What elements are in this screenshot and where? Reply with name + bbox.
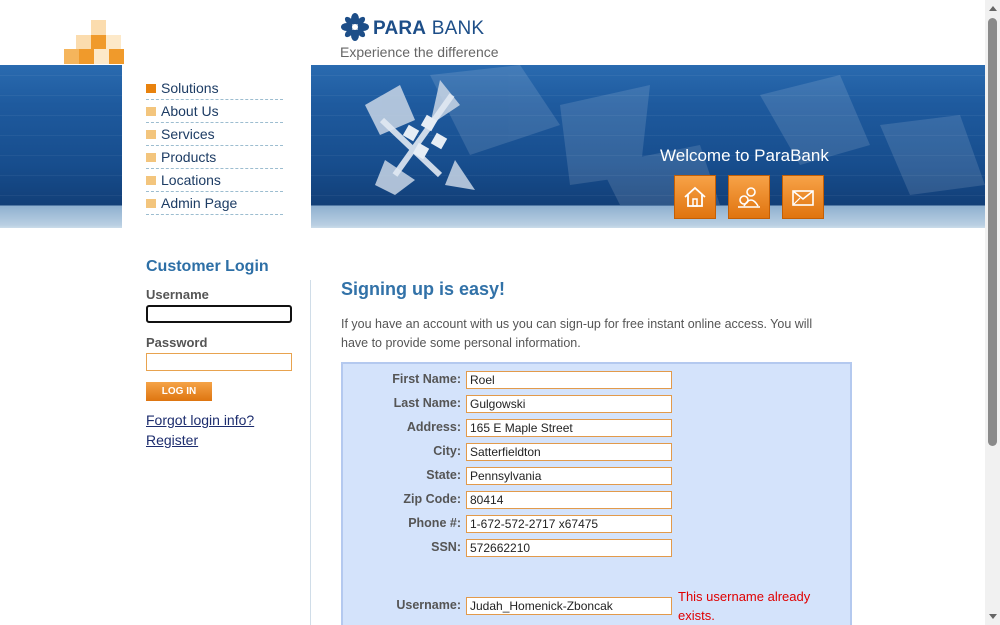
intro-text: If you have an account with us you can s…: [341, 317, 813, 350]
brand-tagline: Experience the difference: [340, 44, 499, 60]
signup-username-input[interactable]: Judah_Homenick-Zboncak: [466, 597, 672, 615]
page-title: Signing up is easy!: [341, 279, 506, 299]
username-input[interactable]: [146, 305, 292, 323]
menu-item-admin-page[interactable]: Admin Page: [146, 192, 283, 215]
city-input[interactable]: Satterfieldton: [466, 443, 672, 461]
brand-name: PARA BANK: [373, 18, 485, 39]
customer-login-title: Customer Login: [146, 258, 269, 275]
column-divider: [310, 280, 311, 625]
ssn-input[interactable]: 572662210: [466, 539, 672, 557]
first-name-label: First Name:: [392, 372, 461, 386]
city-label: City:: [433, 444, 461, 458]
brand-logo[interactable]: PARA BANK Experience the difference: [340, 12, 540, 60]
state-label: State:: [426, 468, 461, 482]
contact-icon: [792, 190, 814, 206]
scroll-down-icon[interactable]: [989, 614, 997, 619]
address-label: Address:: [406, 420, 461, 434]
menu-item-solutions[interactable]: Solutions: [146, 77, 283, 100]
password-input[interactable]: [146, 353, 292, 371]
bullet-icon: [146, 129, 156, 139]
last-name-input[interactable]: Gulgowski: [466, 395, 672, 413]
state-input[interactable]: Pennsylvania: [466, 467, 672, 485]
menu-item-about-us[interactable]: About Us: [146, 100, 283, 123]
about-button[interactable]: [728, 175, 770, 219]
password-label: Password: [146, 335, 208, 350]
menu-item-locations[interactable]: Locations: [146, 169, 283, 192]
login-button[interactable]: LOG IN: [146, 382, 212, 401]
menu-item-products[interactable]: Products: [146, 146, 283, 169]
menu-item-services[interactable]: Services: [146, 123, 283, 146]
bullet-icon: [146, 152, 156, 162]
logo-squares: [64, 18, 124, 66]
about-icon: [738, 187, 760, 208]
forgot-login-link[interactable]: Forgot login info?: [146, 412, 254, 428]
phone-input[interactable]: 1-672-572-2717 x67475: [466, 515, 672, 533]
parabank-logo-icon: [341, 13, 369, 41]
home-icon: [684, 186, 706, 207]
username-field-label: Username:: [396, 598, 461, 612]
username-error-message: This username already exists.: [678, 589, 811, 623]
ssn-label: SSN:: [431, 540, 461, 554]
username-label: Username: [146, 287, 209, 302]
phone-label: Phone #:: [408, 516, 461, 530]
zip-code-input[interactable]: 80414: [466, 491, 672, 509]
last-name-label: Last Name:: [393, 396, 461, 410]
home-button[interactable]: [674, 175, 716, 219]
bullet-icon: [146, 198, 156, 208]
vertical-scrollbar[interactable]: [985, 0, 1000, 625]
zip-code-label: Zip Code:: [403, 492, 461, 506]
first-name-input[interactable]: Roel: [466, 371, 672, 389]
address-input[interactable]: 165 E Maple Street: [466, 419, 672, 437]
bullet-icon: [146, 106, 156, 116]
scroll-up-icon[interactable]: [989, 6, 997, 11]
welcome-text: Welcome to ParaBank: [660, 146, 829, 165]
bullet-icon: [146, 175, 156, 185]
contact-button[interactable]: [782, 175, 824, 219]
register-link[interactable]: Register: [146, 432, 198, 448]
scroll-thumb[interactable]: [988, 18, 997, 446]
bullet-icon: [146, 83, 156, 93]
left-menu: Solutions About Us Services Products Loc…: [146, 77, 283, 215]
